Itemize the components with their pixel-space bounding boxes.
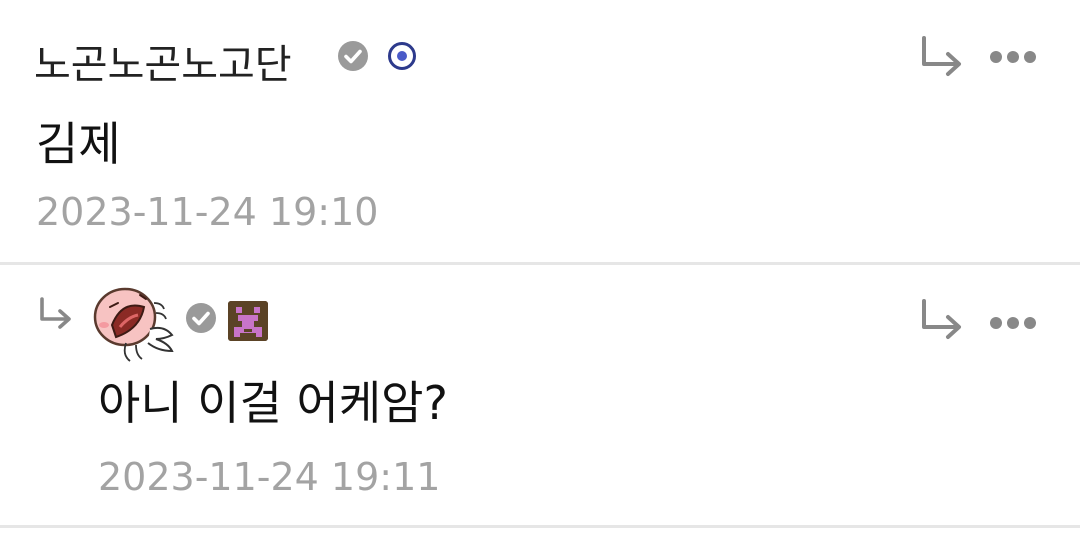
comment-divider <box>0 525 1080 528</box>
more-dot <box>1007 317 1019 329</box>
more-options-button[interactable] <box>988 47 1038 67</box>
reply-comment-item: 아니 이걸 어케암? 2023-11-24 19:11 <box>0 265 1080 525</box>
more-dot <box>1024 317 1036 329</box>
more-dot <box>1024 51 1036 63</box>
more-dots-icon <box>990 317 1002 329</box>
verified-icon <box>338 41 368 71</box>
more-options-button[interactable] <box>988 313 1038 333</box>
user-badge-icon <box>228 301 268 341</box>
reply-button[interactable] <box>918 297 968 347</box>
reply-button[interactable] <box>918 34 968 84</box>
user-badge-icon <box>388 42 416 70</box>
comment-timestamp: 2023-11-24 19:10 <box>36 190 379 234</box>
more-dot <box>1007 51 1019 63</box>
reply-indent-icon <box>40 297 71 329</box>
comment-text: 김제 <box>36 117 121 171</box>
more-dots-icon <box>990 51 1002 63</box>
verified-icon <box>186 303 216 333</box>
comment-item: 노곤노곤노고단 김제 2023-11-24 19:10 <box>0 0 1080 262</box>
comment-text: 아니 이걸 어케암? <box>98 376 448 430</box>
comment-author[interactable]: 노곤노곤노고단 <box>34 32 292 90</box>
reply-arrow-icon <box>922 36 961 76</box>
avatar[interactable] <box>92 285 182 365</box>
comment-timestamp: 2023-11-24 19:11 <box>98 455 441 499</box>
reply-arrow-icon <box>922 299 961 339</box>
